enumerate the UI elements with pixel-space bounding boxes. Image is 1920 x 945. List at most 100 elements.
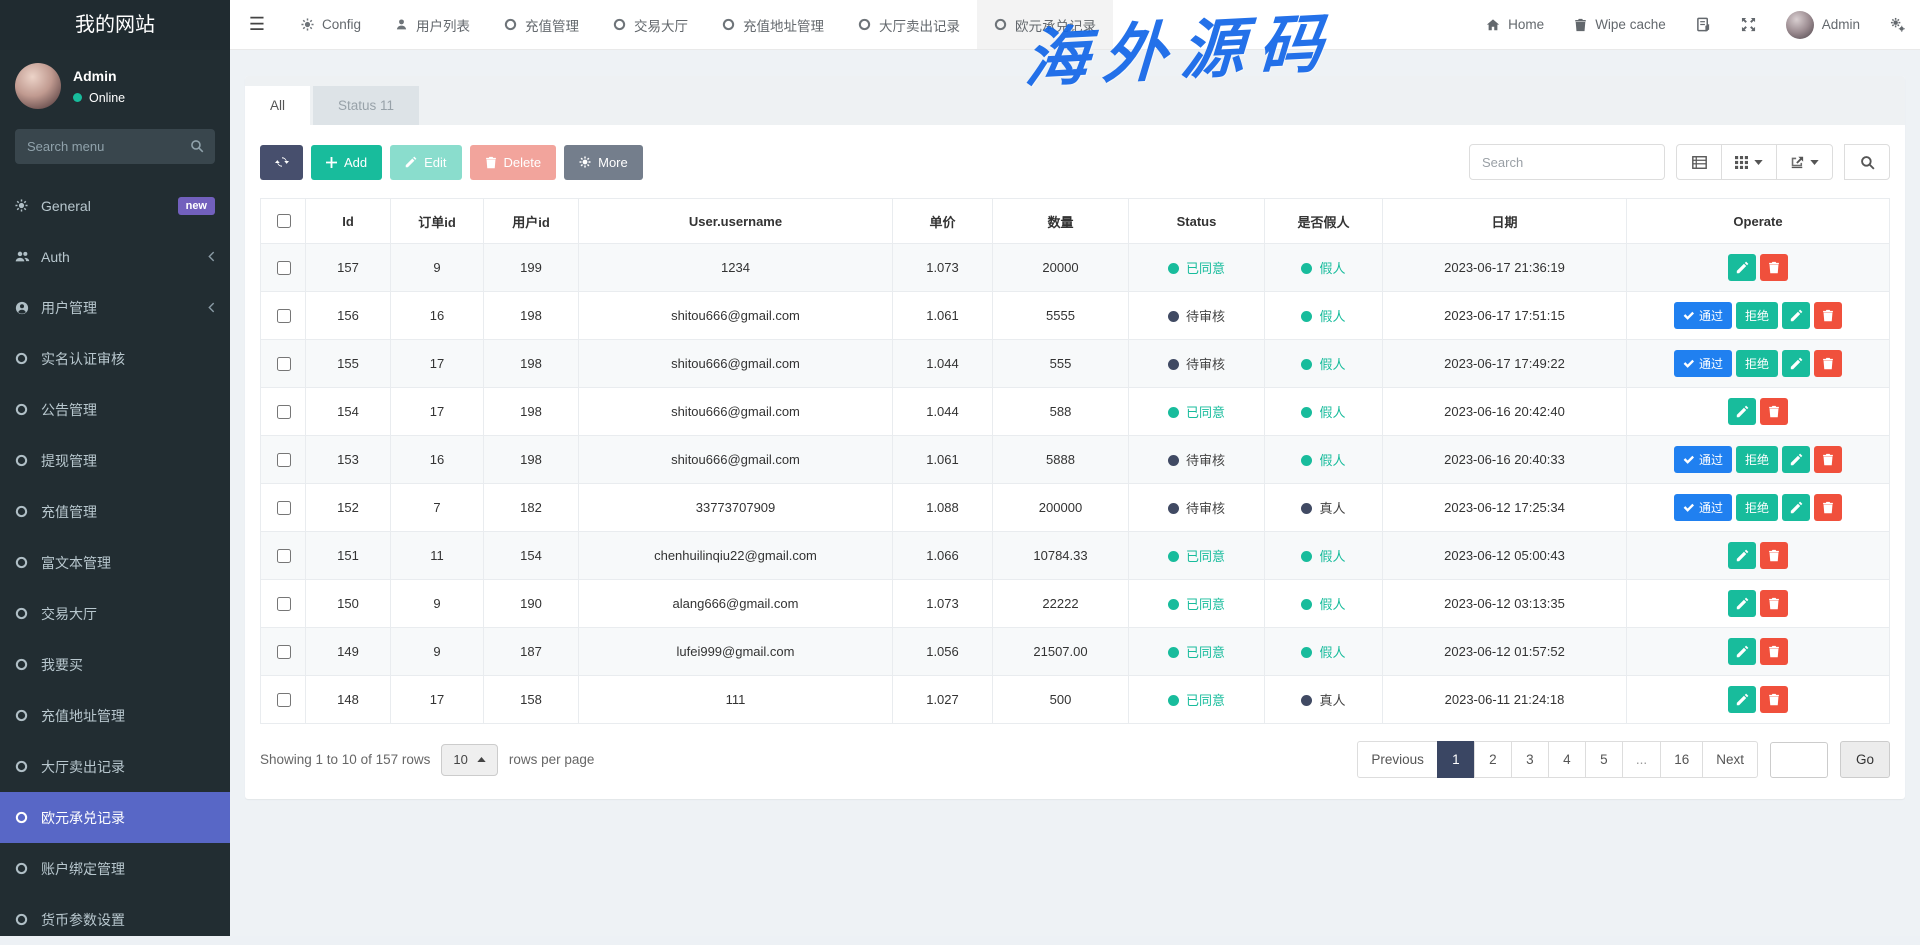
column-header[interactable]: Status [1129, 199, 1265, 244]
page-jump-input[interactable] [1770, 742, 1828, 778]
topnav-tab[interactable]: 用户列表 [378, 0, 487, 49]
columns-button[interactable] [1721, 144, 1777, 180]
fullscreen-button[interactable] [1726, 0, 1771, 49]
row-edit-button[interactable] [1782, 302, 1810, 329]
toggle-view-button[interactable] [1676, 144, 1722, 180]
row-checkbox[interactable] [277, 357, 291, 371]
row-edit-button[interactable] [1728, 254, 1756, 281]
row-edit-button[interactable] [1782, 350, 1810, 377]
column-header[interactable]: Id [306, 199, 391, 244]
row-edit-button[interactable] [1728, 638, 1756, 665]
previous-page-button[interactable]: Previous [1357, 741, 1438, 778]
go-button[interactable]: Go [1840, 741, 1890, 778]
hamburger-menu-icon[interactable]: ☰ [230, 0, 284, 49]
row-edit-button[interactable] [1728, 398, 1756, 425]
row-edit-button[interactable] [1782, 446, 1810, 473]
page-number-button[interactable]: 1 [1437, 741, 1475, 778]
row-delete-button[interactable] [1760, 398, 1788, 425]
topnav-tab[interactable]: 大厅卖出记录 [841, 0, 977, 49]
row-edit-button[interactable] [1728, 542, 1756, 569]
topnav-tab[interactable]: 充值管理 [487, 0, 596, 49]
wipe-cache-button[interactable]: Wipe cache [1559, 0, 1681, 49]
row-checkbox[interactable] [277, 501, 291, 515]
settings-button[interactable] [1875, 0, 1920, 49]
sidebar-item[interactable]: 账户绑定管理 [0, 843, 230, 894]
sidebar-item[interactable]: Generalnew [0, 180, 230, 231]
sidebar-item[interactable]: 用户管理 [0, 282, 230, 333]
topnav-tab[interactable]: Config [284, 0, 378, 49]
column-header[interactable]: 是否假人 [1265, 199, 1383, 244]
reject-button[interactable]: 拒绝 [1736, 302, 1778, 329]
approve-button[interactable]: 通过 [1674, 302, 1732, 329]
row-checkbox[interactable] [277, 645, 291, 659]
sidebar-item[interactable]: 大厅卖出记录 [0, 741, 230, 792]
sidebar-item[interactable]: 充值地址管理 [0, 690, 230, 741]
approve-button[interactable]: 通过 [1674, 446, 1732, 473]
row-checkbox[interactable] [277, 309, 291, 323]
sidebar-item[interactable]: 充值管理 [0, 486, 230, 537]
row-delete-button[interactable] [1760, 590, 1788, 617]
topnav-tab[interactable]: 欧元承兑记录 [977, 0, 1113, 49]
reject-button[interactable]: 拒绝 [1736, 494, 1778, 521]
reject-button[interactable]: 拒绝 [1736, 446, 1778, 473]
next-page-button[interactable]: Next [1702, 741, 1758, 778]
sidebar-item[interactable]: Auth [0, 231, 230, 282]
check-update-button[interactable] [1681, 0, 1726, 49]
page-size-dropdown[interactable]: 10 [441, 744, 497, 776]
row-delete-button[interactable] [1760, 542, 1788, 569]
reject-button[interactable]: 拒绝 [1736, 350, 1778, 377]
sidebar-item[interactable]: 富文本管理 [0, 537, 230, 588]
search-toggle-button[interactable] [1844, 144, 1890, 180]
column-header[interactable]: User.username [579, 199, 893, 244]
sidebar-search-input[interactable] [15, 129, 215, 164]
sidebar-item[interactable]: 实名认证审核 [0, 333, 230, 384]
row-edit-button[interactable] [1728, 590, 1756, 617]
sidebar-item[interactable]: 提现管理 [0, 435, 230, 486]
edit-button[interactable]: Edit [390, 145, 461, 180]
row-checkbox[interactable] [277, 549, 291, 563]
select-all-checkbox[interactable] [277, 214, 291, 228]
row-checkbox[interactable] [277, 453, 291, 467]
topnav-tab[interactable]: 充值地址管理 [705, 0, 841, 49]
column-header[interactable]: 数量 [993, 199, 1129, 244]
table-search-input[interactable] [1469, 144, 1665, 180]
panel-tab[interactable]: All [245, 86, 310, 125]
row-delete-button[interactable] [1814, 302, 1842, 329]
row-checkbox[interactable] [277, 693, 291, 707]
row-delete-button[interactable] [1760, 638, 1788, 665]
row-edit-button[interactable] [1728, 686, 1756, 713]
admin-menu[interactable]: Admin [1771, 0, 1875, 49]
approve-button[interactable]: 通过 [1674, 350, 1732, 377]
search-icon[interactable] [190, 139, 204, 153]
row-delete-button[interactable] [1814, 446, 1842, 473]
row-delete-button[interactable] [1760, 254, 1788, 281]
more-button[interactable]: More [564, 145, 643, 180]
row-checkbox[interactable] [277, 405, 291, 419]
delete-button[interactable]: Delete [470, 145, 557, 180]
sidebar-item[interactable]: 交易大厅 [0, 588, 230, 639]
sidebar-item[interactable]: 货币参数设置 [0, 894, 230, 945]
column-header[interactable]: 日期 [1383, 199, 1627, 244]
approve-button[interactable]: 通过 [1674, 494, 1732, 521]
row-checkbox[interactable] [277, 597, 291, 611]
sidebar-item[interactable]: 欧元承兑记录 [0, 792, 230, 843]
page-number-button[interactable]: 3 [1511, 741, 1549, 778]
sidebar-item[interactable]: 我要买 [0, 639, 230, 690]
column-header[interactable]: 订单id [391, 199, 484, 244]
refresh-button[interactable] [260, 145, 303, 180]
page-number-button[interactable]: 5 [1585, 741, 1623, 778]
row-delete-button[interactable] [1814, 350, 1842, 377]
column-header[interactable]: 单价 [893, 199, 993, 244]
sidebar-item[interactable]: 公告管理 [0, 384, 230, 435]
export-button[interactable] [1776, 144, 1833, 180]
row-edit-button[interactable] [1782, 494, 1810, 521]
row-checkbox[interactable] [277, 261, 291, 275]
column-header[interactable]: 用户id [484, 199, 579, 244]
page-number-button[interactable]: 16 [1660, 741, 1703, 778]
add-button[interactable]: Add [311, 145, 382, 180]
panel-tab[interactable]: Status 11 [313, 86, 419, 125]
row-delete-button[interactable] [1814, 494, 1842, 521]
topnav-tab[interactable]: 交易大厅 [596, 0, 705, 49]
page-number-button[interactable]: 4 [1548, 741, 1586, 778]
page-number-button[interactable]: 2 [1474, 741, 1512, 778]
